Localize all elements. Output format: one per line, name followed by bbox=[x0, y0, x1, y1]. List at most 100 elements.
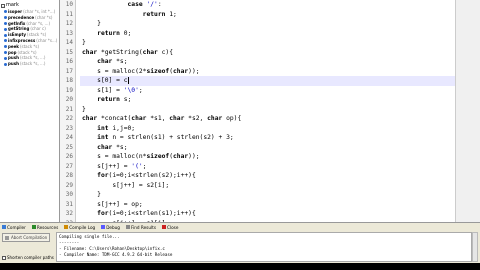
code-token: op){ bbox=[222, 115, 242, 122]
line-number: 31 bbox=[65, 200, 73, 208]
compile-controls: Abort Compilation Shorten compiler paths bbox=[0, 231, 54, 263]
shorten-paths-option[interactable]: Shorten compiler paths bbox=[2, 255, 54, 260]
code-line[interactable]: int i,j=0; bbox=[80, 124, 455, 134]
code-line[interactable]: } bbox=[80, 190, 455, 200]
code-token: s; bbox=[119, 96, 132, 103]
tab-resources[interactable]: Resources bbox=[31, 225, 58, 230]
code-token: int bbox=[97, 134, 109, 141]
code-token: return bbox=[142, 10, 166, 18]
line-number: 28 bbox=[65, 172, 73, 179]
function-icon bbox=[4, 45, 7, 49]
code-line[interactable]: char *s; bbox=[80, 143, 455, 153]
tree-item[interactable]: push (stack *s, ...) bbox=[1, 61, 58, 67]
function-icon bbox=[4, 10, 7, 14]
line-number: 12 bbox=[65, 20, 73, 27]
function-icon bbox=[4, 39, 7, 43]
function-icon bbox=[4, 56, 7, 60]
code-line[interactable]: char *concat(char *s1, char *s2, char op… bbox=[80, 114, 455, 124]
code-line[interactable]: char *s; bbox=[80, 57, 455, 67]
compile-log-output[interactable]: Compiling single file... -------- - Filena… bbox=[56, 232, 472, 262]
code-token: (i=0;i<strlen(s1);i++){ bbox=[108, 210, 196, 217]
collapse-icon[interactable]: - bbox=[1, 3, 5, 8]
function-icon bbox=[4, 27, 7, 31]
code-token: s = malloc(n* bbox=[82, 153, 147, 160]
shorten-paths-checkbox[interactable] bbox=[2, 255, 6, 260]
code-token: s[j++] = op; bbox=[82, 200, 143, 208]
code-token: *s1, bbox=[146, 115, 170, 122]
line-number: 30 bbox=[65, 191, 73, 198]
code-line[interactable]: return 0; bbox=[80, 29, 455, 39]
function-icon bbox=[4, 16, 7, 20]
code-line[interactable]: s = malloc(n*sizeof(char)); bbox=[80, 152, 455, 162]
abort-compilation-label: Abort Compilation bbox=[11, 235, 48, 240]
code-token: )); bbox=[188, 67, 200, 75]
code-token: *getString( bbox=[97, 48, 143, 56]
code-token: char bbox=[131, 115, 147, 122]
code-line[interactable]: case '/': bbox=[80, 0, 455, 10]
code-line[interactable]: s[j++] = op; bbox=[80, 200, 455, 210]
tab-compiler[interactable]: Compiler bbox=[2, 225, 26, 230]
editor-scrollbar[interactable] bbox=[455, 0, 480, 222]
code-line[interactable]: for(i=0;i<strlen(s2);i++){ bbox=[80, 171, 455, 181]
function-signature: (stack *s, ...) bbox=[19, 61, 46, 67]
tree-root-label: mark bbox=[6, 2, 19, 8]
tab-find-results[interactable]: Find Results bbox=[125, 225, 156, 230]
code-token: } bbox=[82, 191, 101, 198]
tab-label: Debug bbox=[106, 224, 120, 230]
line-number: 22 bbox=[65, 115, 73, 122]
code-line[interactable]: for(i=0;i<strlen(s1);i++){ bbox=[80, 209, 455, 219]
code-token: return bbox=[97, 96, 120, 103]
code-line[interactable]: } bbox=[80, 38, 455, 48]
debug-icon bbox=[101, 225, 106, 229]
function-name: push bbox=[8, 61, 19, 67]
code-token: ; bbox=[138, 86, 143, 94]
code-editor[interactable]: case '/': return 1; } return 0;} char *ge… bbox=[80, 0, 455, 222]
code-token: i,j=0; bbox=[108, 124, 136, 132]
text-cursor bbox=[127, 76, 129, 84]
line-number: 10 bbox=[65, 1, 73, 8]
line-number: 27 bbox=[65, 162, 73, 170]
code-token: )); bbox=[188, 153, 200, 160]
find-results-icon bbox=[125, 225, 130, 229]
code-line[interactable]: } bbox=[80, 105, 455, 115]
code-line[interactable]: s = malloc(2*sizeof(char)); bbox=[80, 67, 455, 77]
code-line[interactable]: s[j++] = '('; bbox=[80, 162, 455, 172]
tab-debug[interactable]: Debug bbox=[101, 225, 120, 230]
tab-close[interactable]: Close bbox=[162, 225, 178, 230]
function-icon bbox=[4, 33, 7, 37]
shorten-paths-label: Shorten compiler paths bbox=[7, 255, 54, 260]
code-line[interactable]: s[1] = '\0'; bbox=[80, 86, 455, 96]
tab-label: Compiler bbox=[7, 224, 26, 230]
abort-compilation-button[interactable]: Abort Compilation bbox=[2, 233, 50, 242]
close-icon bbox=[162, 225, 166, 229]
code-token: : bbox=[157, 1, 162, 8]
code-token: sizeof bbox=[146, 153, 170, 160]
code-token: (i=0;i<strlen(s2);i++){ bbox=[108, 172, 196, 179]
bottom-panel-tabs: Compiler Resources Compile Log Debug Find Re… bbox=[0, 222, 480, 231]
code-token: c){ bbox=[157, 48, 174, 56]
code-line[interactable]: return s; bbox=[80, 95, 455, 105]
line-number: 16 bbox=[65, 58, 73, 65]
code-line[interactable]: s[j++] = s2[i]; bbox=[80, 181, 455, 191]
code-line[interactable]: char *getString(char c){ bbox=[80, 48, 455, 58]
code-line[interactable]: int n = strlen(s1) + strlen(s2) + 3; bbox=[80, 133, 455, 143]
code-token: char bbox=[173, 67, 189, 75]
tab-compile-log[interactable]: Compile Log bbox=[64, 225, 95, 230]
code-token: char bbox=[142, 48, 158, 56]
code-token: s[0] = c bbox=[82, 77, 128, 84]
code-token: 0; bbox=[119, 29, 132, 37]
line-number: 25 bbox=[65, 143, 73, 151]
compile-log-icon bbox=[64, 225, 69, 229]
current-code-line[interactable]: s[0] = c bbox=[80, 76, 455, 86]
line-number: 24 bbox=[65, 134, 73, 141]
code-token: int bbox=[97, 124, 109, 132]
code-token: char bbox=[82, 115, 98, 122]
code-line[interactable]: } bbox=[80, 19, 455, 29]
code-line[interactable]: return 1; bbox=[80, 10, 455, 20]
log-scrollbar[interactable] bbox=[472, 232, 478, 262]
function-icon bbox=[4, 21, 7, 25]
tree-root[interactable]: - mark bbox=[1, 2, 58, 9]
